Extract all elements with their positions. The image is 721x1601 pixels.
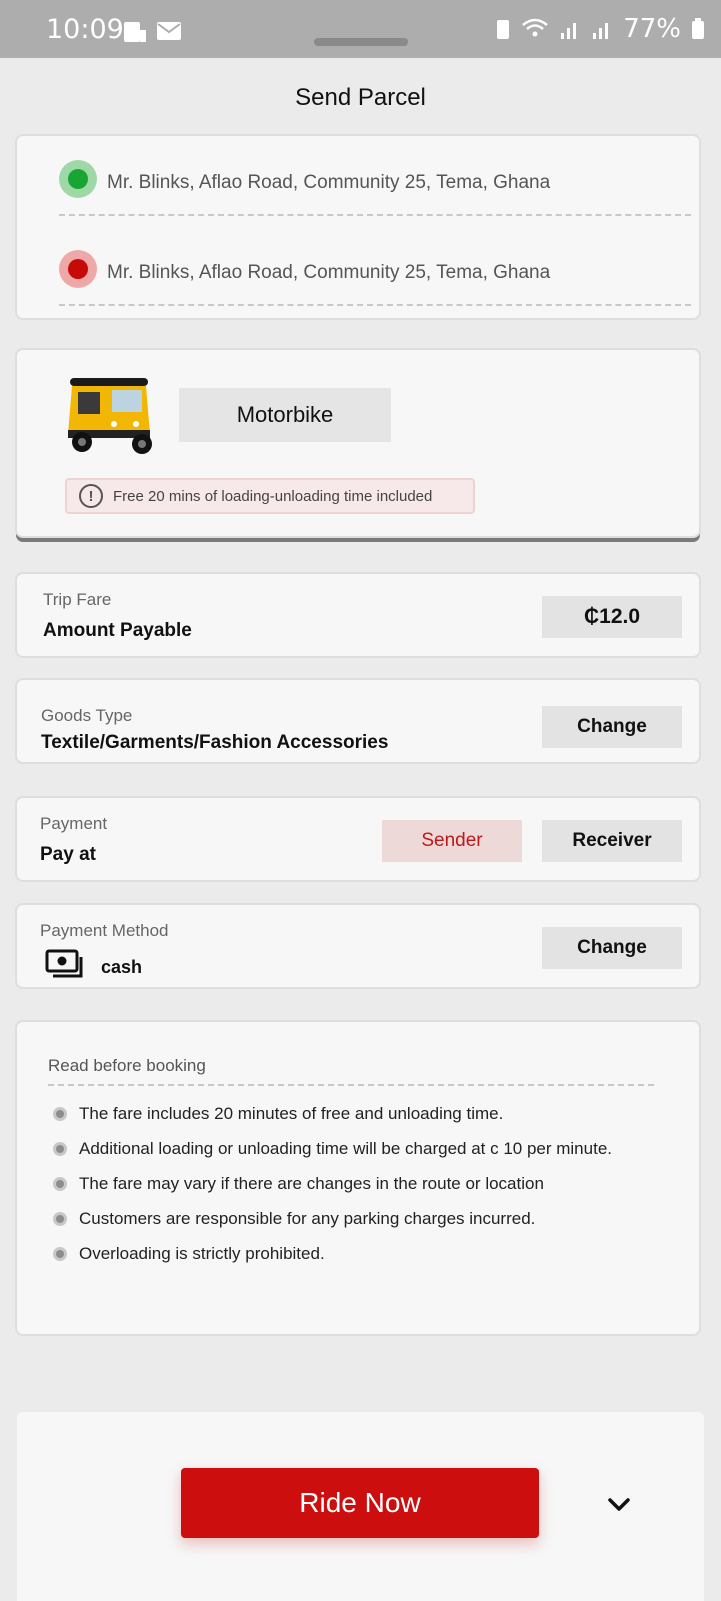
rule-item: Overloading is strictly prohibited.	[53, 1242, 673, 1277]
info-icon: !	[79, 484, 103, 508]
rule-item: The fare includes 20 minutes of free and…	[53, 1102, 673, 1137]
rule-item: Additional loading or unloading time wil…	[53, 1137, 673, 1172]
sheet-handle[interactable]	[314, 38, 408, 46]
rule-item: Customers are responsible for any parkin…	[53, 1207, 673, 1242]
sender-option-button[interactable]: Sender	[382, 820, 522, 862]
battery-percent: 77%	[623, 14, 681, 44]
booking-footer: Ride Now	[17, 1412, 704, 1601]
booking-rules-card: Read before booking The fare includes 20…	[15, 1020, 701, 1336]
goods-type-card: Goods Type Textile/Garments/Fashion Acce…	[15, 678, 701, 764]
change-payment-method-button[interactable]: Change	[542, 927, 682, 969]
signal-icon-2	[593, 23, 609, 39]
notification-icons	[122, 20, 182, 44]
rule-text: Customers are responsible for any parkin…	[79, 1209, 536, 1228]
trip-fare-card: Trip Fare Amount Payable ₵12.0	[15, 572, 701, 658]
system-icons: 77%	[495, 14, 705, 44]
chevron-down-icon[interactable]	[605, 1490, 633, 1518]
bullet-icon	[53, 1212, 67, 1226]
pickup-dot-icon	[59, 160, 97, 198]
rule-text: The fare may vary if there are changes i…	[79, 1174, 544, 1193]
payment-card: Payment Pay at Sender Receiver	[15, 796, 701, 882]
loading-time-note: ! Free 20 mins of loading-unloading time…	[65, 478, 475, 514]
receiver-option-button[interactable]: Receiver	[542, 820, 682, 862]
vehicle-card: Motorbike ! Free 20 mins of loading-unlo…	[15, 348, 701, 538]
rule-text: Overloading is strictly prohibited.	[79, 1244, 325, 1263]
rule-text: The fare includes 20 minutes of free and…	[79, 1104, 504, 1123]
route-card: Mr. Blinks, Aflao Road, Community 25, Te…	[15, 134, 701, 320]
battery-icon	[692, 18, 704, 39]
goods-type-label: Goods Type	[41, 706, 133, 725]
bullet-icon	[53, 1107, 67, 1121]
mail-icon	[157, 22, 181, 40]
battery-saver-icon	[497, 20, 510, 39]
page-title: Send Parcel	[295, 84, 426, 111]
dropoff-address: Mr. Blinks, Aflao Road, Community 25, Te…	[107, 262, 551, 283]
rule-text: Additional loading or unloading time wil…	[79, 1139, 612, 1158]
fare-amount: ₵12.0	[542, 596, 682, 638]
auto-rickshaw-image	[68, 378, 152, 454]
payment-method-label: Payment Method	[40, 921, 169, 940]
rules-list: The fare includes 20 minutes of free and…	[53, 1102, 673, 1277]
loading-time-note-text: Free 20 mins of loading-unloading time i…	[113, 487, 433, 505]
payment-label: Payment	[40, 814, 108, 833]
pickup-address: Mr. Blinks, Aflao Road, Community 25, Te…	[107, 172, 551, 193]
dropoff-dot-icon	[59, 250, 97, 288]
payment-method-card: Payment Method cash Change	[15, 903, 701, 989]
bullet-icon	[53, 1247, 67, 1261]
signal-icon	[561, 23, 577, 39]
wifi-icon	[522, 18, 549, 37]
rules-divider	[48, 1084, 654, 1086]
vehicle-type-button[interactable]: Motorbike	[179, 388, 391, 442]
change-goods-button[interactable]: Change	[542, 706, 682, 748]
status-bar: 10:09 77%	[0, 0, 721, 58]
goods-type-value: Textile/Garments/Fashion Accessories	[41, 732, 389, 753]
dropoff-address-row[interactable]: Mr. Blinks, Aflao Road, Community 25, Te…	[59, 250, 691, 306]
cash-icon	[45, 949, 83, 978]
rule-item: The fare may vary if there are changes i…	[53, 1172, 673, 1207]
trip-fare-label: Trip Fare	[43, 590, 112, 609]
ride-now-button[interactable]: Ride Now	[181, 1468, 539, 1538]
bullet-icon	[53, 1142, 67, 1156]
pay-at-label: Pay at	[40, 844, 96, 865]
bullet-icon	[53, 1177, 67, 1191]
rules-title: Read before booking	[48, 1056, 206, 1075]
amount-payable-label: Amount Payable	[43, 620, 192, 641]
payment-method-value: cash	[101, 957, 143, 977]
pickup-address-row[interactable]: Mr. Blinks, Aflao Road, Community 25, Te…	[59, 160, 691, 216]
status-time: 10:09	[46, 14, 124, 45]
sim-icon	[124, 22, 146, 42]
